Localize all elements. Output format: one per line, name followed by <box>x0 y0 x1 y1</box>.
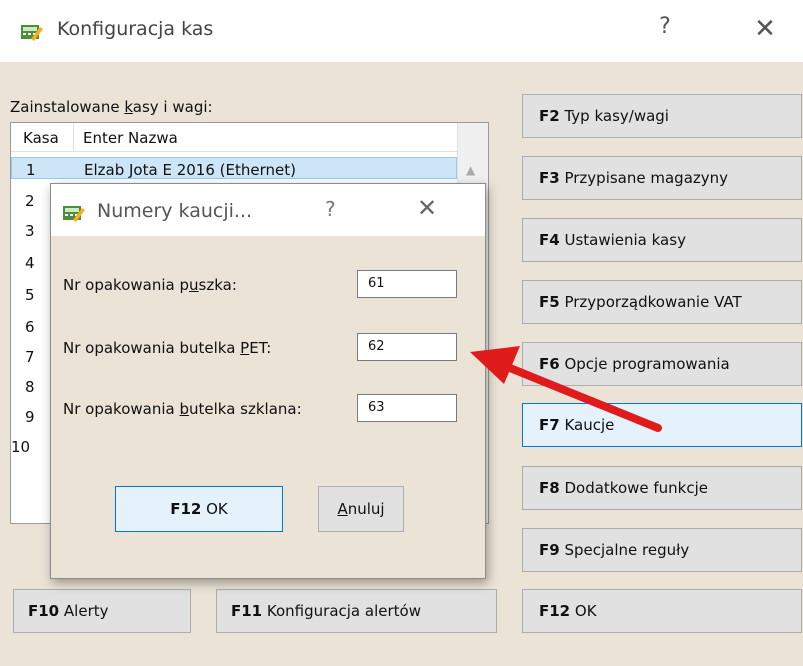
column-header-nazwa[interactable]: Enter Nazwa <box>83 129 178 147</box>
puszka-label: Nr opakowania puszka: <box>63 276 237 294</box>
butelka-szklana-field[interactable]: 63 <box>357 394 457 422</box>
f11-konfiguracja-alertow-button[interactable]: F11 Konfiguracja alertów <box>216 589 497 633</box>
f4-ustawienia-kasy-button[interactable]: F4 Ustawienia kasy <box>522 218 802 262</box>
title-bar: Konfiguracja kas ? ✕ <box>0 0 803 62</box>
f6-opcje-programowania-button[interactable]: F6 Opcje programowania <box>522 342 802 386</box>
window-title: Konfiguracja kas <box>57 18 214 40</box>
scroll-up-icon[interactable]: ▲ <box>466 163 475 177</box>
list-header: Kasa Enter Nazwa <box>11 123 457 152</box>
dialog-close-button[interactable]: ✕ <box>417 194 437 222</box>
f8-dodatkowe-funkcje-button[interactable]: F8 Dodatkowe funkcje <box>522 466 802 510</box>
f5-przyporzadkowanie-vat-button[interactable]: F5 Przyporządkowanie VAT <box>522 280 802 324</box>
f7-kaucje-button[interactable]: F7 Kaucje <box>522 403 802 447</box>
app-icon <box>63 206 85 222</box>
dialog-cancel-button[interactable]: Anuluj <box>318 486 404 532</box>
dialog-title-bar: Numery kaucji... ? ✕ <box>51 184 485 236</box>
column-header-kasa[interactable]: Kasa <box>23 129 59 147</box>
butelka-szklana-label: Nr opakowania butelka szklana: <box>63 400 302 418</box>
f10-alerty-button[interactable]: F10 Alerty <box>13 589 191 633</box>
f3-przypisane-magazyny-button[interactable]: F3 Przypisane magazyny <box>522 156 802 200</box>
dialog-help-button[interactable]: ? <box>325 197 336 221</box>
dialog-ok-button[interactable]: F12 OK <box>115 486 283 532</box>
f9-specjalne-reguly-button[interactable]: F9 Specjalne reguły <box>522 528 802 572</box>
help-button[interactable]: ? <box>650 14 680 44</box>
deposit-numbers-dialog: Numery kaucji... ? ✕ Nr opakowania puszk… <box>50 183 486 579</box>
butelka-pet-field[interactable]: 62 <box>357 333 457 361</box>
f12-ok-button[interactable]: F12 OK <box>522 589 802 633</box>
app-icon <box>21 25 43 41</box>
column-divider <box>73 123 74 151</box>
f2-typ-kasy-button[interactable]: F2 Typ kasy/wagi <box>522 94 802 138</box>
list-item[interactable]: 1 Elzab Jota E 2016 (Ethernet) <box>11 157 457 179</box>
puszka-field[interactable]: 61 <box>357 270 457 298</box>
close-button[interactable]: ✕ <box>748 12 782 46</box>
butelka-pet-label: Nr opakowania butelka PET: <box>63 339 272 357</box>
list-label: Zainstalowane kasy i wagi: <box>10 98 213 116</box>
dialog-title: Numery kaucji... <box>97 200 253 222</box>
